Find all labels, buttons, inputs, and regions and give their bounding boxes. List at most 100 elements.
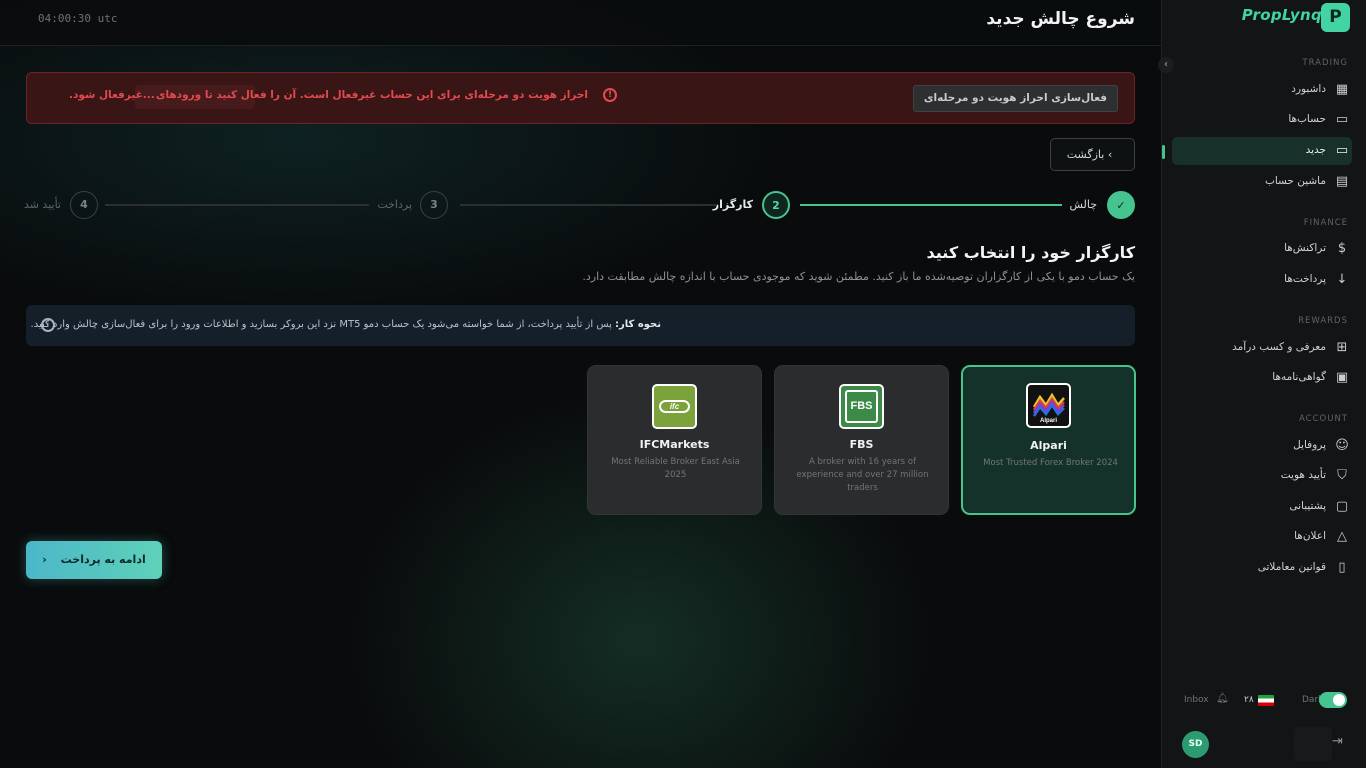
grid-icon: ▦: [1335, 82, 1349, 97]
sidebar-item-label: قوانین معاملاتی: [1257, 561, 1326, 573]
sidebar-item-profile[interactable]: ☺ پروفایل: [1172, 432, 1352, 460]
sidebar-item-label: جدید: [1305, 144, 1326, 156]
sidebar-item-transactions[interactable]: $ تراکنش‌ها: [1172, 235, 1352, 263]
sidebar-item-certificates[interactable]: ▣ گواهی‌نامه‌ها: [1172, 364, 1352, 392]
sidebar-item-label: پرداخت‌ها: [1284, 273, 1326, 285]
bell-icon[interactable]: 🔔︎: [1216, 693, 1229, 704]
collapse-sidebar-button[interactable]: ‹: [1158, 57, 1174, 73]
alert-exclamation-icon: !: [603, 88, 617, 102]
language-count[interactable]: ۲۸: [1244, 695, 1254, 705]
sidebar-item-label: تأیید هویت: [1280, 469, 1326, 481]
sidebar-item-label: پشتیبانی: [1289, 500, 1326, 512]
step-connector-1: [800, 204, 1062, 206]
broker-description: Most Trusted Forex Broker 2024: [983, 458, 1118, 468]
avatar[interactable]: SD: [1182, 731, 1209, 758]
page-title: شروع چالش جدید: [986, 9, 1135, 29]
chevron-left-icon: ‹: [42, 553, 47, 566]
top-bar: 04:00:30 utc شروع چالش جدید: [0, 0, 1161, 46]
step-1-circle: ✓: [1107, 191, 1135, 219]
section-title: کارگزار خود را انتخاب کنید: [926, 243, 1135, 262]
sidebar-item-accounts[interactable]: ▭ حساب‌ها: [1172, 106, 1352, 134]
ifcmarkets-logo: ifc: [652, 384, 697, 429]
two-factor-alert: ...غیرفعال شود. احراز هویت دو مرحله‌ای ب…: [26, 72, 1135, 124]
back-button[interactable]: › بازگشت: [1050, 138, 1135, 171]
section-label-rewards: REWARDS: [1298, 316, 1348, 326]
shield-icon: ⛉: [1337, 468, 1347, 483]
brand-logo: P: [1321, 3, 1350, 32]
sidebar-item-new[interactable]: ▭ جدید: [1172, 137, 1352, 165]
sidebar-item-dashboard[interactable]: ▦ داشبورد: [1172, 76, 1352, 104]
logout-icon[interactable]: ⇥: [1332, 734, 1343, 749]
sidebar-item-support[interactable]: ▢ پشتیبانی: [1172, 493, 1352, 521]
credit-card-icon: ▭: [1335, 143, 1349, 158]
section-label-account: ACCOUNT: [1299, 414, 1348, 424]
back-button-label: بازگشت: [1066, 148, 1105, 161]
step-connector-2: [460, 204, 717, 206]
sidebar-item-label: ماشین حساب: [1264, 175, 1326, 187]
main-content: 04:00:30 utc شروع چالش جدید ...غیرفعال ش…: [0, 0, 1161, 768]
how-it-works-text: نحوه کار: پس از تأیید پرداخت، از شما خوا…: [31, 319, 661, 330]
broker-description: A broker with 16 years of experience and…: [796, 457, 929, 493]
sidebar-item-label: حساب‌ها: [1288, 113, 1326, 125]
chat-icon: ▢: [1335, 499, 1349, 514]
utc-clock: 04:00:30 utc: [38, 12, 118, 25]
calculator-icon: ▤: [1335, 174, 1349, 189]
svg-text:Alpari: Alpari: [1040, 418, 1057, 424]
section-label-finance: FINANCE: [1303, 218, 1348, 228]
alpari-logo: Alpari: [1026, 383, 1071, 428]
continue-button-label: ادامه به پرداخت: [60, 553, 146, 566]
broker-name: FBS: [849, 438, 874, 451]
sidebar-item-notifications[interactable]: △ اعلان‌ها: [1172, 523, 1352, 551]
sidebar-item-label: پروفایل: [1293, 439, 1326, 451]
sidebar: ‹ PropLynq P TRADING ▦ داشبورد ▭ حساب‌ها…: [1158, 0, 1366, 768]
broker-card-fbs[interactable]: FBS FBS A broker with 16 years of experi…: [774, 365, 949, 515]
warning-icon: △: [1337, 529, 1347, 544]
broker-card-ifcmarkets[interactable]: ifc IFCMarkets Most Reliable Broker East…: [587, 365, 762, 515]
card-icon: ▭: [1335, 112, 1349, 127]
dark-mode-toggle[interactable]: [1319, 692, 1347, 708]
sidebar-item-payouts[interactable]: ↓ پرداخت‌ها: [1172, 266, 1352, 294]
progress-stepper: ✓ چالش 2 کارگزار 3 پرداخت 4 تأیید شد: [0, 190, 1161, 220]
sidebar-item-verification[interactable]: ⛉ تأیید هویت: [1172, 462, 1352, 490]
sidebar-item-label: تراکنش‌ها: [1284, 242, 1326, 254]
user-name-redacted: [1294, 727, 1332, 761]
brand-name: PropLynq: [1241, 6, 1322, 24]
sidebar-item-calculator[interactable]: ▤ ماشین حساب: [1172, 168, 1352, 196]
dollar-icon: $: [1337, 241, 1347, 256]
step-connector-3: [105, 204, 369, 206]
step-2-circle: 2: [762, 191, 790, 219]
sidebar-item-label: داشبورد: [1291, 83, 1326, 95]
broker-name: IFCMarkets: [639, 438, 710, 451]
active-indicator: [1162, 145, 1165, 159]
section-subtitle: یک حساب دمو با یکی از کارگزاران توصیه‌شد…: [582, 270, 1135, 283]
how-it-works-body: پس از تأیید پرداخت، از شما خواسته می‌شود…: [30, 319, 612, 330]
inbox-label[interactable]: Inbox: [1184, 695, 1209, 705]
document-icon: ▯: [1338, 560, 1346, 575]
gift-icon: ⊞: [1336, 340, 1348, 355]
broker-description: Most Reliable Broker East Asia 2025: [611, 457, 740, 480]
iran-flag-icon[interactable]: [1258, 695, 1274, 706]
users-icon: ☺: [1335, 438, 1349, 453]
step-3-label: پرداخت: [377, 198, 412, 211]
fbs-logo: FBS: [839, 384, 884, 429]
arrow-down-icon: ↓: [1336, 272, 1348, 287]
alert-message-tail: ...غیرفعال شود.: [69, 89, 155, 101]
sidebar-footer: Inbox 🔔︎ ۲۸ Dark: [1162, 690, 1366, 712]
sidebar-item-trading-rules[interactable]: ▯ قوانین معاملاتی: [1172, 554, 1352, 582]
alert-message: احراز هویت دو مرحله‌ای برای این حساب غیر…: [155, 89, 588, 101]
enable-2fa-button[interactable]: فعال‌سازی احراز هویت دو مرحله‌ای: [912, 85, 1118, 112]
step-4-label: تأیید شد: [23, 198, 61, 211]
step-4-circle: 4: [70, 191, 98, 219]
step-1-label: چالش: [1069, 198, 1097, 211]
sidebar-item-label: اعلان‌ها: [1294, 530, 1326, 542]
sidebar-item-label: گواهی‌نامه‌ها: [1272, 371, 1326, 383]
step-3-circle: 3: [420, 191, 448, 219]
section-label-trading: TRADING: [1302, 58, 1348, 68]
sidebar-item-referral[interactable]: ⊞ معرفی و کسب درآمد: [1172, 334, 1352, 362]
continue-to-payment-button[interactable]: ادامه به پرداخت ‹: [26, 541, 162, 579]
how-it-works-banner: i نحوه کار: پس از تأیید پرداخت، از شما خ…: [26, 305, 1135, 346]
broker-name: Alpari: [1030, 439, 1067, 452]
certificate-icon: ▣: [1335, 370, 1349, 385]
broker-card-alpari[interactable]: Alpari Alpari Most Trusted Forex Broker …: [961, 365, 1136, 515]
step-2-label: کارگزار: [712, 198, 753, 211]
